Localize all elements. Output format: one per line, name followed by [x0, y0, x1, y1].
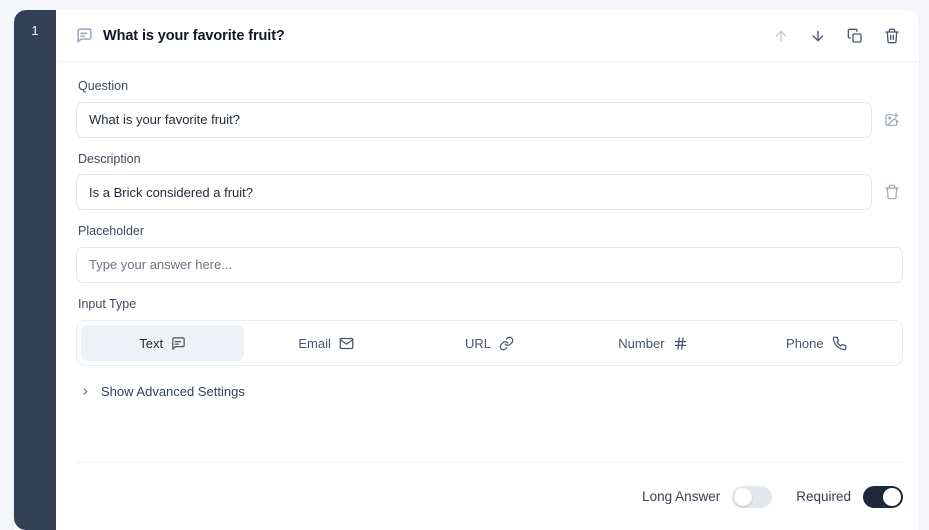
add-image-icon[interactable] [881, 109, 903, 131]
long-answer-toggle[interactable] [732, 485, 773, 508]
placeholder-field-row: Type your answer here... [76, 246, 903, 283]
input-type-label: Input Type [78, 296, 137, 311]
description-input[interactable]: Is a Brick considered a fruit? [76, 174, 872, 210]
input-type-option-email-label: Email [298, 335, 331, 351]
question-card-body: What is your favorite fruit? Question Wh… [56, 10, 919, 530]
required-group: Required [796, 485, 903, 508]
input-type-option-url-label: URL [465, 335, 492, 351]
input-type-option-phone[interactable]: Phone [735, 325, 898, 361]
required-toggle-knob [883, 487, 901, 506]
question-input[interactable]: What is your favorite fruit? [76, 101, 872, 138]
link-icon [499, 336, 514, 351]
placeholder-input[interactable]: Type your answer here... [76, 246, 903, 283]
question-field-label: Question [78, 79, 129, 93]
input-type-option-text-label: Text [139, 335, 164, 351]
mail-icon [339, 336, 354, 351]
input-type-option-text[interactable]: Text [81, 325, 245, 361]
question-card: 1 What is your favorite fruit? Question … [14, 10, 919, 530]
chevron-right-icon [80, 386, 91, 397]
move-down-button[interactable] [807, 25, 829, 47]
hash-icon [673, 336, 688, 351]
phone-icon [832, 336, 847, 351]
delete-question-button[interactable] [881, 25, 903, 47]
move-up-button[interactable] [770, 25, 792, 47]
input-type-option-phone-label: Phone [786, 335, 824, 351]
question-index-number: 1 [31, 23, 39, 38]
question-field-row: What is your favorite fruit? [76, 101, 903, 138]
required-label: Required [796, 489, 851, 504]
description-field-row: Is a Brick considered a fruit? [76, 174, 903, 210]
required-toggle[interactable] [863, 485, 903, 508]
question-card-footer: Long Answer Required [76, 463, 903, 530]
message-square-icon [171, 336, 186, 351]
input-type-option-number-label: Number [618, 335, 665, 351]
question-card-actions [770, 25, 903, 47]
long-answer-group: Long Answer [642, 485, 773, 508]
description-field-label: Description [78, 151, 141, 166]
duplicate-button[interactable] [844, 25, 866, 47]
question-input-value: What is your favorite fruit? [89, 112, 240, 127]
question-editor-page: 1 What is your favorite fruit? Question … [0, 0, 929, 530]
placeholder-input-value: Type your answer here... [89, 257, 233, 272]
remove-description-button[interactable] [881, 181, 903, 203]
input-type-option-url[interactable]: URL [408, 325, 571, 361]
input-type-option-email[interactable]: Email [244, 325, 407, 361]
long-answer-toggle-knob [734, 487, 753, 506]
placeholder-field-label: Placeholder [78, 224, 145, 238]
long-answer-label: Long Answer [642, 489, 721, 504]
show-advanced-settings-label: Show Advanced Settings [101, 384, 245, 399]
page-title: What is your favorite fruit? [103, 27, 285, 44]
input-type-tabs: Text Email URL Number Phone [76, 320, 903, 366]
description-input-value: Is a Brick considered a fruit? [89, 184, 254, 200]
message-square-icon [76, 27, 93, 44]
question-card-header: What is your favorite fruit? [56, 10, 919, 62]
question-index-rail: 1 [14, 10, 56, 530]
input-type-option-number[interactable]: Number [571, 325, 734, 361]
show-advanced-settings-toggle[interactable]: Show Advanced Settings [76, 380, 245, 403]
question-form: Question What is your favorite fruit? De… [56, 62, 919, 403]
